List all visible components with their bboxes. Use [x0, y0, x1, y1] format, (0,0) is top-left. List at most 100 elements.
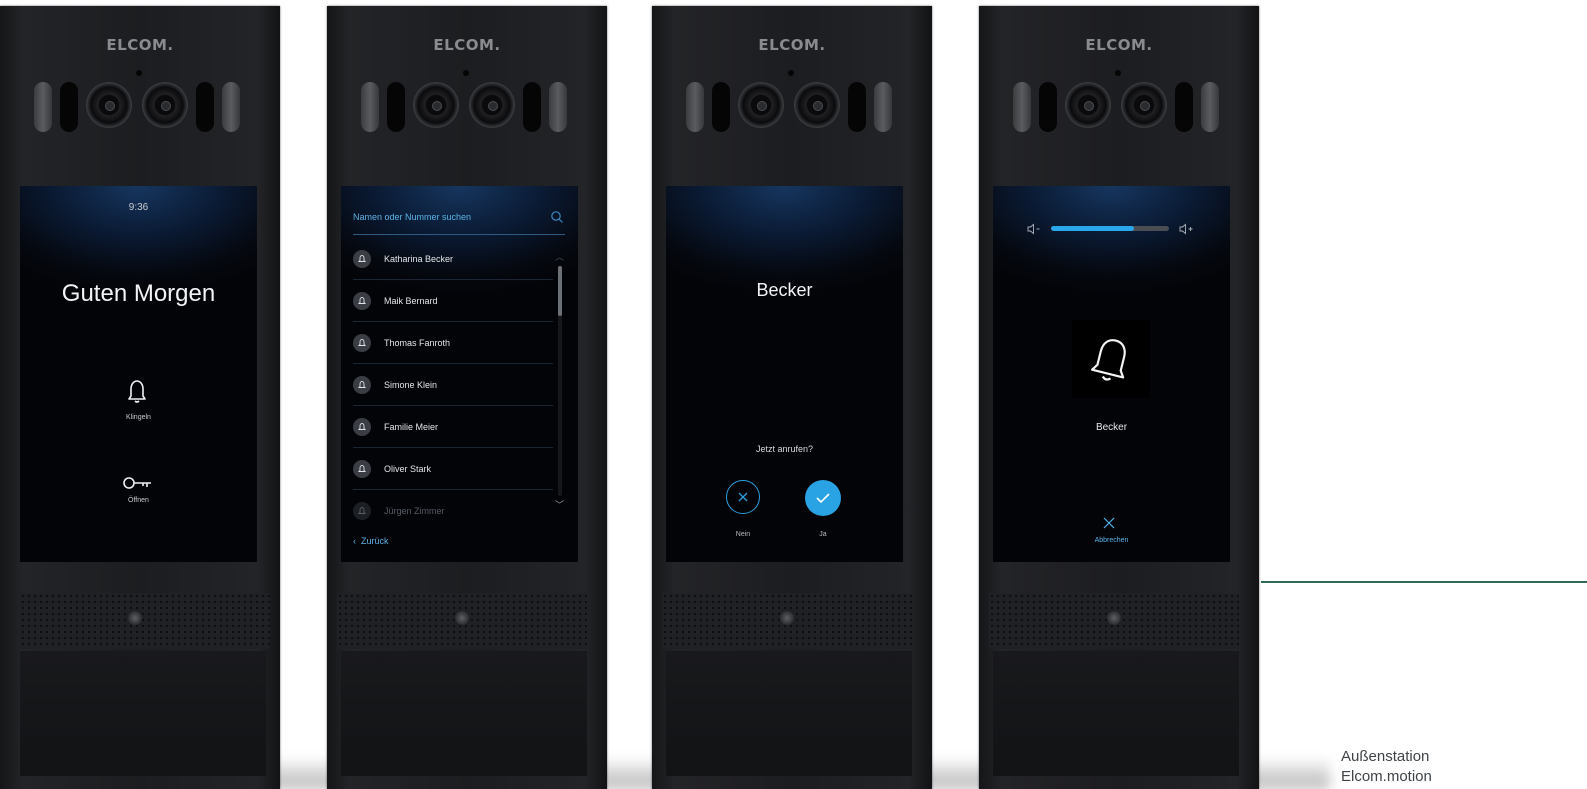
volume-down-icon[interactable]: [1027, 222, 1043, 240]
divider-line: [1261, 581, 1587, 583]
search-icon[interactable]: [550, 210, 564, 229]
camera-lens-right: [142, 82, 188, 128]
contact-name: Maik Bernard: [384, 295, 438, 306]
bell-icon: [353, 459, 371, 478]
rfid-panel: [993, 651, 1239, 776]
rfid-panel: [666, 651, 912, 776]
microphone: [780, 611, 794, 625]
no-label: Nein: [735, 531, 751, 538]
ir-led: [549, 82, 567, 132]
camera-lens-right: [469, 82, 515, 128]
home-screen: 9:36 Guten Morgen Klingeln Öffnen: [20, 186, 257, 562]
confirm-screen: Becker Jetzt anrufen? Nein Ja: [666, 186, 903, 562]
ir-led: [222, 82, 240, 132]
close-icon: [738, 492, 748, 502]
contact-name: Oliver Stark: [384, 463, 432, 474]
bell-icon: [353, 375, 371, 394]
ir-led: [874, 82, 892, 132]
list-item[interactable]: Katharina Becker: [353, 238, 553, 280]
contact-name: Familie Meier: [384, 421, 439, 432]
ir-led: [1201, 82, 1219, 132]
bell-icon: [353, 417, 371, 436]
back-button[interactable]: ‹ Zurück: [353, 536, 389, 546]
sensor-dot: [788, 70, 794, 76]
brand-logo: ELCOM.: [106, 36, 174, 54]
door-station-home: ELCOM. 9:36 Guten Morgen Klingeln Öffnen: [0, 6, 280, 789]
bell-icon: [1083, 332, 1139, 393]
contact-name: Thomas Fanroth: [384, 337, 451, 348]
rfid-panel: [341, 651, 587, 776]
brand-logo: ELCOM.: [1085, 36, 1153, 54]
camera-lens-left: [413, 82, 459, 128]
camera-lens-left: [86, 82, 132, 128]
brand-logo: ELCOM.: [433, 36, 501, 54]
sensor-dot: [463, 70, 469, 76]
volume-slider[interactable]: [1051, 226, 1169, 231]
bell-icon: [353, 291, 371, 310]
speaker-grille: [20, 593, 270, 649]
door-station-confirm: ELCOM. Becker Jetzt anrufen? Nein Ja: [652, 6, 932, 789]
door-station-directory: ELCOM. Namen oder Nummer suchen Katharin…: [327, 6, 607, 789]
list-item[interactable]: Maik Bernard: [353, 280, 553, 322]
ir-led: [34, 82, 52, 132]
ir-slot: [1039, 82, 1057, 132]
bell-icon[interactable]: [122, 376, 152, 411]
ir-slot: [196, 82, 214, 132]
key-icon[interactable]: [122, 474, 154, 497]
sensor-dot: [1115, 70, 1121, 76]
list-item[interactable]: Simone Klein: [353, 364, 553, 406]
no-button[interactable]: [726, 480, 760, 514]
ir-slot: [712, 82, 730, 132]
camera-lens-right: [1121, 82, 1167, 128]
chevron-left-icon: ‹: [353, 536, 356, 546]
volume-fill: [1051, 226, 1134, 231]
name-list: Katharina Becker Maik Bernard Thomas Fan…: [353, 238, 553, 531]
door-station-calling: ELCOM. Becker Abbrechen: [979, 6, 1259, 789]
scrollbar[interactable]: [558, 266, 562, 496]
contact-name: Simone Klein: [384, 379, 438, 390]
brand-logo: ELCOM.: [758, 36, 826, 54]
chevron-up-icon[interactable]: ︿: [555, 250, 564, 263]
ir-slot: [387, 82, 405, 132]
callee-name: Becker: [1095, 422, 1128, 433]
ir-led: [686, 82, 704, 132]
back-label: Zurück: [361, 536, 389, 546]
volume-up-icon[interactable]: [1179, 222, 1195, 240]
list-item[interactable]: Thomas Fanroth: [353, 322, 553, 364]
contact-name: Jürgen Zimmer: [384, 505, 445, 516]
list-item[interactable]: Jürgen Zimmer: [353, 490, 553, 531]
microphone: [455, 611, 469, 625]
bell-icon: [353, 249, 371, 268]
list-item[interactable]: Oliver Stark: [353, 448, 553, 490]
search-underline: [353, 234, 565, 235]
ir-slot: [60, 82, 78, 132]
ir-slot: [1175, 82, 1193, 132]
open-label[interactable]: Öffnen: [20, 497, 257, 504]
camera-lens-left: [738, 82, 784, 128]
microphone: [1107, 611, 1121, 625]
sensor-dot: [136, 70, 142, 76]
chevron-down-icon[interactable]: ﹀: [555, 498, 564, 511]
rfid-panel: [20, 651, 266, 776]
close-icon[interactable]: [1102, 516, 1116, 535]
bell-icon: [353, 333, 371, 352]
yes-label: Ja: [819, 531, 827, 538]
check-icon: [816, 493, 830, 504]
callee-name: Becker: [756, 280, 813, 300]
ir-led: [1013, 82, 1031, 132]
list-item[interactable]: Familie Meier: [353, 406, 553, 448]
bell-icon: [353, 501, 371, 520]
cancel-button[interactable]: Abbrechen: [993, 537, 1230, 544]
yes-button[interactable]: [805, 480, 841, 516]
calling-screen: Becker Abbrechen: [993, 186, 1230, 562]
scrollbar-thumb[interactable]: [558, 266, 562, 316]
directory-screen: Namen oder Nummer suchen Katharina Becke…: [341, 186, 578, 562]
contact-name: Katharina Becker: [384, 253, 454, 264]
caption-subtitle: Elcom.motion: [1341, 768, 1432, 785]
ring-label[interactable]: Klingeln: [20, 414, 257, 421]
clock: 9:36: [128, 202, 149, 213]
camera-lens-right: [794, 82, 840, 128]
search-input[interactable]: Namen oder Nummer suchen: [353, 212, 471, 222]
ir-slot: [848, 82, 866, 132]
camera-lens-left: [1065, 82, 1111, 128]
